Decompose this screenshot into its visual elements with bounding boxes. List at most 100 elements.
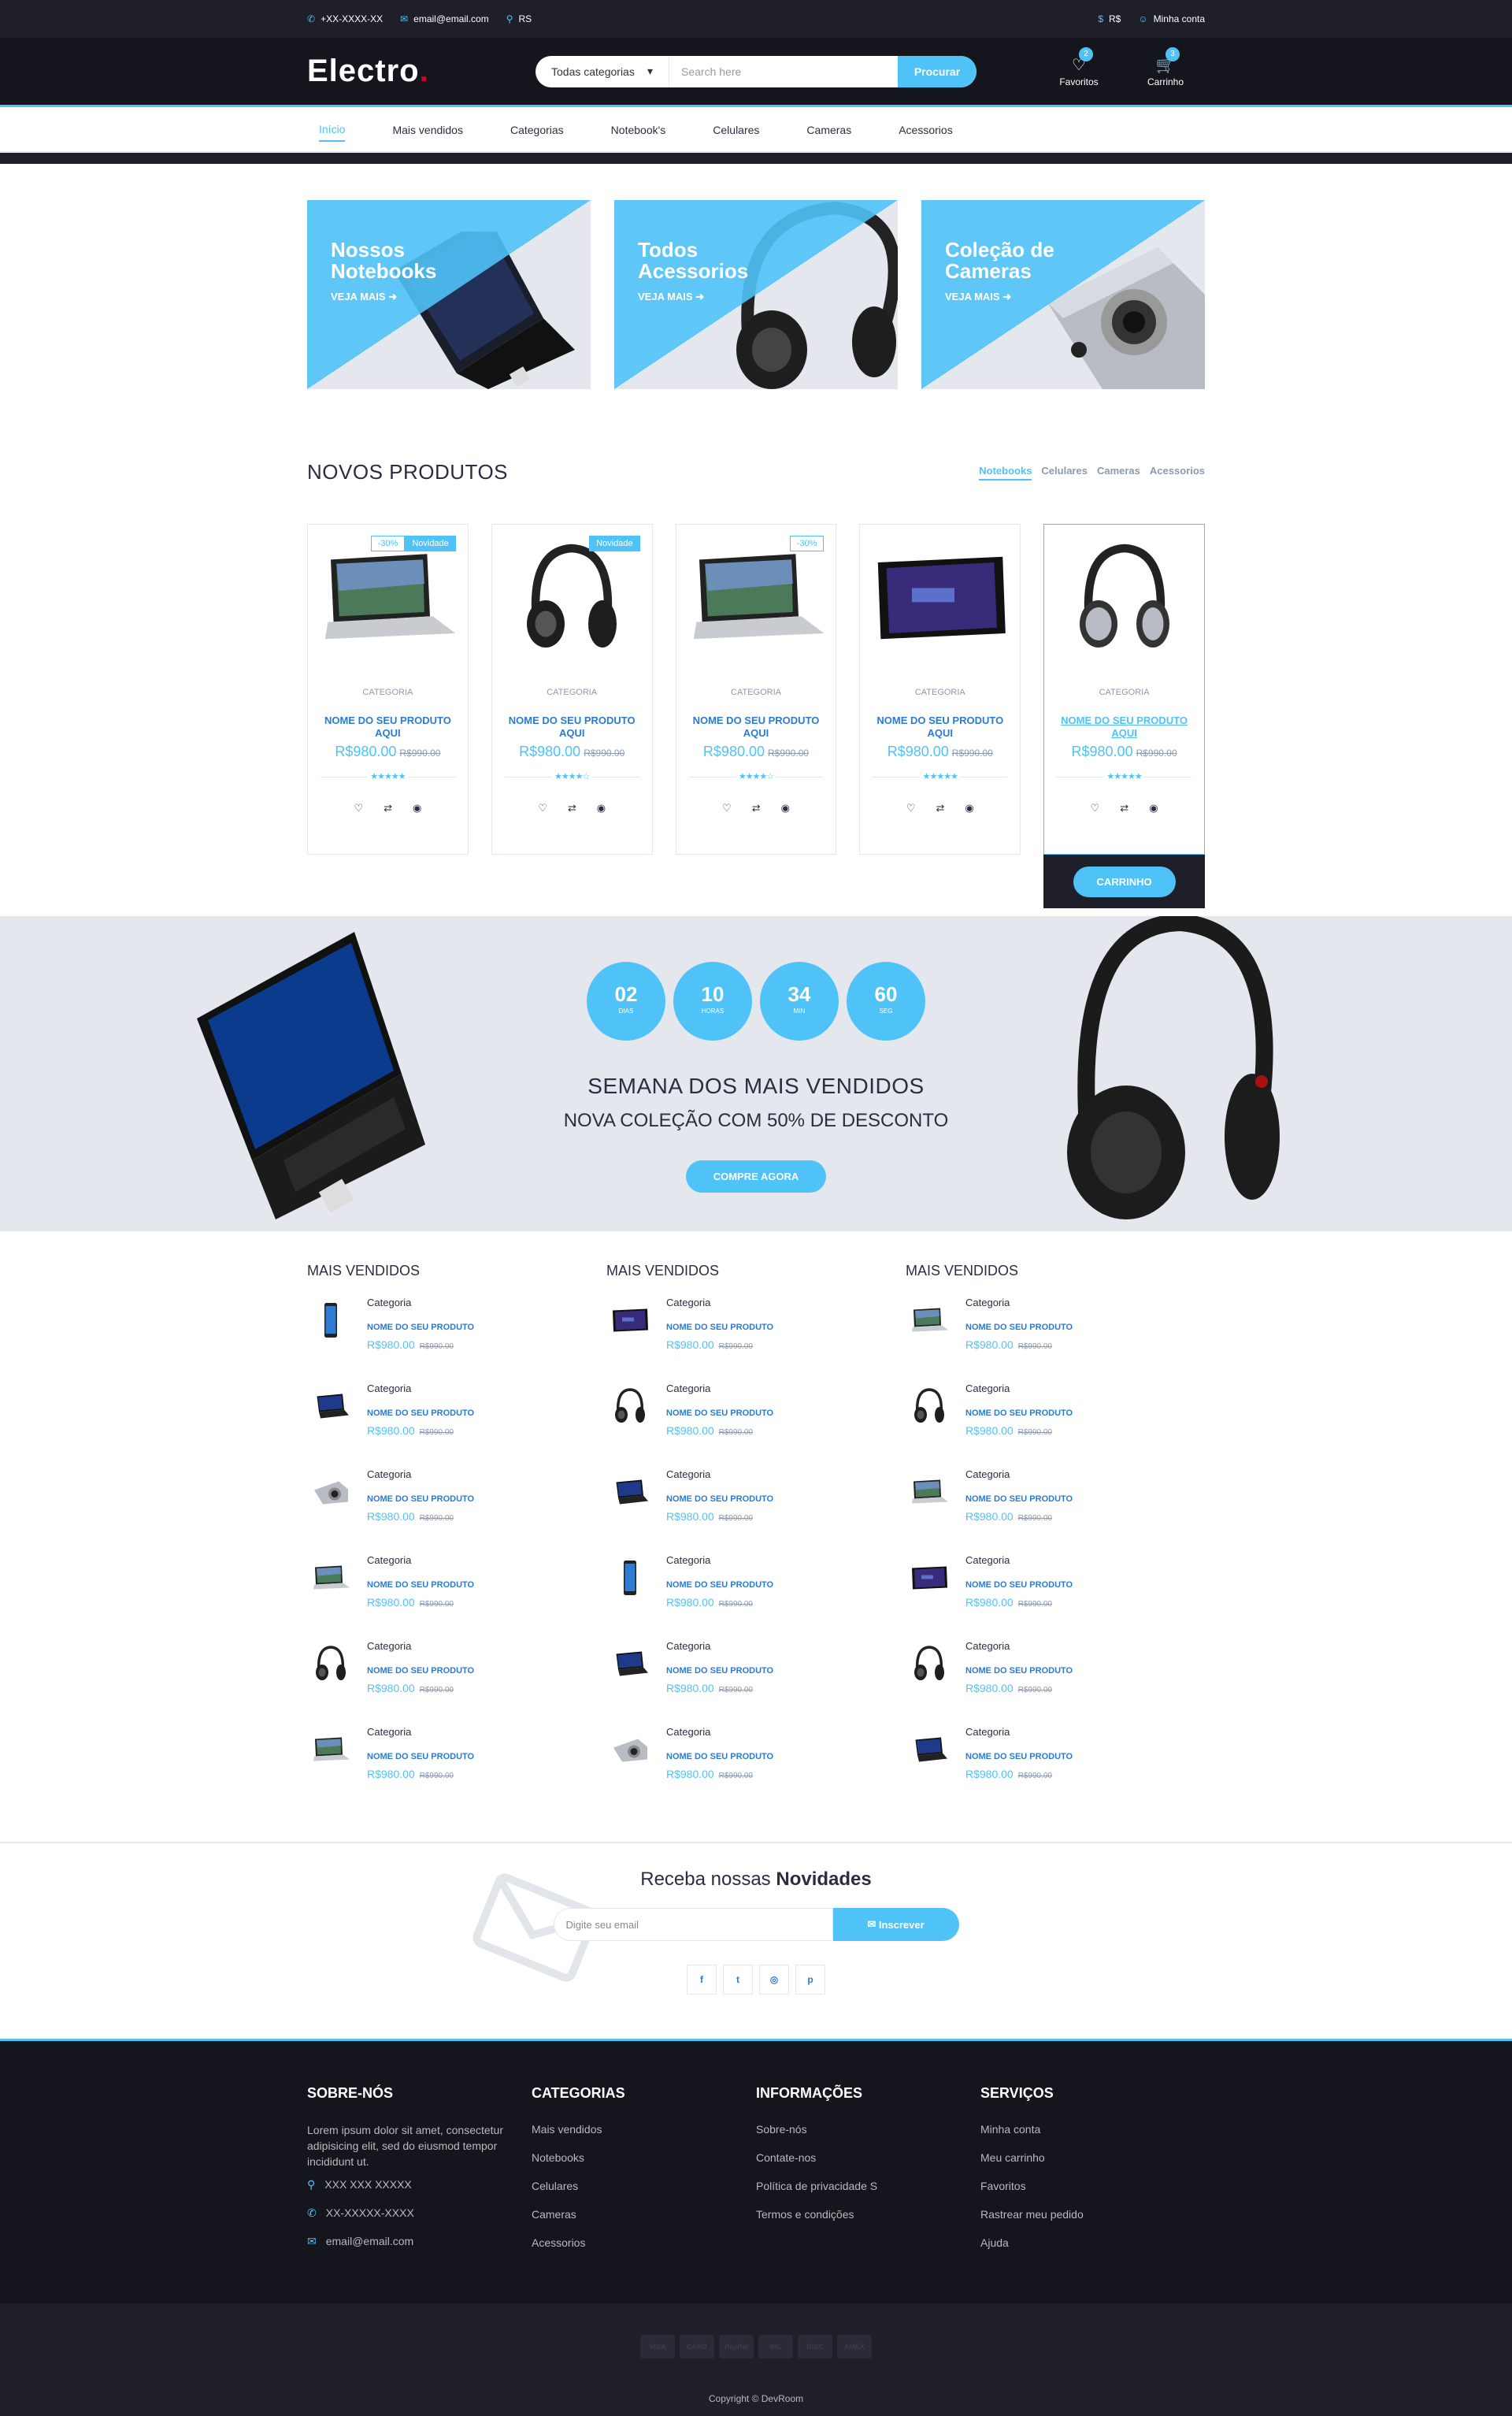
heart-icon[interactable]: ♡ [354, 802, 363, 815]
list-item[interactable]: Categoria NOME DO SEU PRODUTO R$980.00 R… [906, 1297, 1205, 1382]
product-card[interactable]: CATEGORIA NOME DO SEU PRODUTO AQUI R$980… [1043, 524, 1205, 908]
footer-link[interactable]: Rastrear meu pedido [980, 2207, 1122, 2221]
list-item[interactable]: Categoria NOME DO SEU PRODUTO R$980.00 R… [307, 1726, 606, 1812]
footer-link[interactable]: Minha conta [980, 2122, 1122, 2136]
list-item[interactable]: Categoria NOME DO SEU PRODUTO R$980.00 R… [606, 1554, 906, 1640]
product-name[interactable]: NOME DO SEU PRODUTO [965, 1666, 1073, 1676]
product-thumbnail[interactable] [606, 1554, 654, 1601]
product-thumbnail[interactable] [606, 1382, 654, 1430]
shop-banner-cameras[interactable]: Coleção de Cameras VEJA MAIS ➜ [921, 200, 1205, 389]
product-thumbnail[interactable] [906, 1554, 953, 1601]
product-image[interactable] [1044, 525, 1204, 670]
tab-cameras[interactable]: Cameras [1097, 465, 1140, 481]
product-name[interactable]: NOME DO SEU PRODUTO [965, 1323, 1073, 1332]
list-item[interactable]: Categoria NOME DO SEU PRODUTO R$980.00 R… [906, 1640, 1205, 1726]
product-name[interactable]: NOME DO SEU PRODUTO AQUI [500, 714, 644, 739]
compare-icon[interactable]: ⇄ [752, 802, 761, 815]
newsletter-email-input[interactable]: Digite seu email [553, 1908, 833, 1941]
list-item[interactable]: Categoria NOME DO SEU PRODUTO R$980.00 R… [307, 1382, 606, 1468]
product-name[interactable]: NOME DO SEU PRODUTO [367, 1666, 474, 1676]
footer-link[interactable]: Notebooks [532, 2151, 673, 2165]
search-button[interactable]: Procurar [898, 55, 976, 87]
product-name[interactable]: NOME DO SEU PRODUTO AQUI [316, 714, 460, 739]
product-name[interactable]: NOME DO SEU PRODUTO [666, 1666, 773, 1676]
product-card[interactable]: CATEGORIA NOME DO SEU PRODUTO AQUI R$980… [859, 524, 1021, 855]
compare-icon[interactable]: ⇄ [936, 802, 944, 815]
footer-link[interactable]: Cameras [532, 2207, 673, 2221]
product-thumbnail[interactable] [307, 1640, 354, 1687]
location-link[interactable]: ⚲ RS [506, 13, 532, 24]
email-link[interactable]: ✉ email@email.com [400, 13, 489, 24]
product-name[interactable]: NOME DO SEU PRODUTO [666, 1580, 773, 1590]
product-thumbnail[interactable] [606, 1726, 654, 1773]
compare-icon[interactable]: ⇄ [1120, 802, 1128, 815]
eye-icon[interactable]: ◉ [597, 802, 606, 815]
product-thumbnail[interactable] [906, 1726, 953, 1773]
nav-item-notebooks[interactable]: Notebook's [611, 119, 666, 141]
product-thumbnail[interactable] [307, 1382, 354, 1430]
footer-link[interactable]: Termos e condições [756, 2207, 898, 2221]
tab-notebooks[interactable]: Notebooks [979, 465, 1032, 481]
product-thumbnail[interactable] [906, 1640, 953, 1687]
product-thumbnail[interactable] [307, 1726, 354, 1773]
product-name[interactable]: NOME DO SEU PRODUTO [666, 1494, 773, 1504]
heart-icon[interactable]: ♡ [538, 802, 547, 815]
list-item[interactable]: Categoria NOME DO SEU PRODUTO R$980.00 R… [606, 1640, 906, 1726]
product-thumbnail[interactable] [906, 1297, 953, 1344]
shop-cta-link[interactable]: VEJA MAIS ➜ [638, 291, 748, 303]
footer-link[interactable]: Acessorios [532, 2236, 673, 2250]
eye-icon[interactable]: ◉ [781, 802, 790, 815]
product-name[interactable]: NOME DO SEU PRODUTO [367, 1494, 474, 1504]
product-thumbnail[interactable] [307, 1554, 354, 1601]
list-item[interactable]: Categoria NOME DO SEU PRODUTO R$980.00 R… [606, 1726, 906, 1812]
compare-icon[interactable]: ⇄ [384, 802, 392, 815]
tab-celulares[interactable]: Celulares [1041, 465, 1088, 481]
nav-item-inicio[interactable]: Início [319, 118, 346, 142]
product-name[interactable]: NOME DO SEU PRODUTO [965, 1408, 1073, 1418]
buy-now-button[interactable]: COMPRE AGORA [686, 1160, 826, 1193]
product-name[interactable]: NOME DO SEU PRODUTO [367, 1580, 474, 1590]
phone-link[interactable]: ✆ +XX-XXXX-XX [307, 13, 383, 24]
footer-link[interactable]: Contate-nos [756, 2151, 898, 2165]
footer-address[interactable]: ⚲ XXX XXX XXXXX [307, 2177, 449, 2191]
nav-item-cameras[interactable]: Cameras [806, 119, 851, 141]
nav-item-mais-vendidos[interactable]: Mais vendidos [392, 119, 463, 141]
product-card[interactable]: -30% CATEGORIA NOME DO SEU PRODUTO AQUI … [675, 524, 837, 855]
shop-cta-link[interactable]: VEJA MAIS ➜ [945, 291, 1054, 303]
list-item[interactable]: Categoria NOME DO SEU PRODUTO R$980.00 R… [606, 1297, 906, 1382]
twitter-icon[interactable]: t [723, 1965, 753, 1995]
product-thumbnail[interactable] [307, 1468, 354, 1516]
product-name[interactable]: NOME DO SEU PRODUTO [965, 1752, 1073, 1761]
wishlist-button[interactable]: ♡ 2 Favoritos [1055, 47, 1102, 87]
eye-icon[interactable]: ◉ [1149, 802, 1158, 815]
footer-link[interactable]: Celulares [532, 2179, 673, 2193]
footer-link[interactable]: Mais vendidos [532, 2122, 673, 2136]
product-card[interactable]: Novidade CATEGORIA NOME DO SEU PRODUTO A… [491, 524, 653, 855]
footer-email[interactable]: ✉ email@email.com [307, 2234, 449, 2248]
footer-link[interactable]: Política de privacidade S [756, 2179, 898, 2193]
product-image[interactable] [860, 525, 1020, 670]
product-name[interactable]: NOME DO SEU PRODUTO [666, 1323, 773, 1332]
heart-icon[interactable]: ♡ [906, 802, 916, 815]
heart-icon[interactable]: ♡ [1091, 802, 1100, 815]
shop-cta-link[interactable]: VEJA MAIS ➜ [331, 291, 436, 303]
list-item[interactable]: Categoria NOME DO SEU PRODUTO R$980.00 R… [307, 1554, 606, 1640]
product-name[interactable]: NOME DO SEU PRODUTO [367, 1408, 474, 1418]
product-thumbnail[interactable] [906, 1382, 953, 1430]
cart-button[interactable]: 🛒 3 Carrinho [1142, 47, 1189, 87]
footer-link[interactable]: Meu carrinho [980, 2151, 1122, 2165]
product-name[interactable]: NOME DO SEU PRODUTO AQUI [1052, 714, 1196, 739]
list-item[interactable]: Categoria NOME DO SEU PRODUTO R$980.00 R… [906, 1726, 1205, 1812]
tab-acessorios[interactable]: Acessorios [1150, 465, 1205, 481]
instagram-icon[interactable]: ◎ [759, 1965, 789, 1995]
product-thumbnail[interactable] [606, 1640, 654, 1687]
facebook-icon[interactable]: f [687, 1965, 717, 1995]
product-thumbnail[interactable] [906, 1468, 953, 1516]
category-select[interactable]: Todas categorias ▾ [536, 55, 669, 87]
product-name[interactable]: NOME DO SEU PRODUTO AQUI [868, 714, 1012, 739]
footer-link[interactable]: Ajuda [980, 2236, 1122, 2250]
list-item[interactable]: Categoria NOME DO SEU PRODUTO R$980.00 R… [906, 1554, 1205, 1640]
footer-link[interactable]: Favoritos [980, 2179, 1122, 2193]
shop-banner-acessorios[interactable]: Todos Acessorios VEJA MAIS ➜ [614, 200, 898, 389]
shop-banner-notebooks[interactable]: Nossos Notebooks VEJA MAIS ➜ [307, 200, 591, 389]
